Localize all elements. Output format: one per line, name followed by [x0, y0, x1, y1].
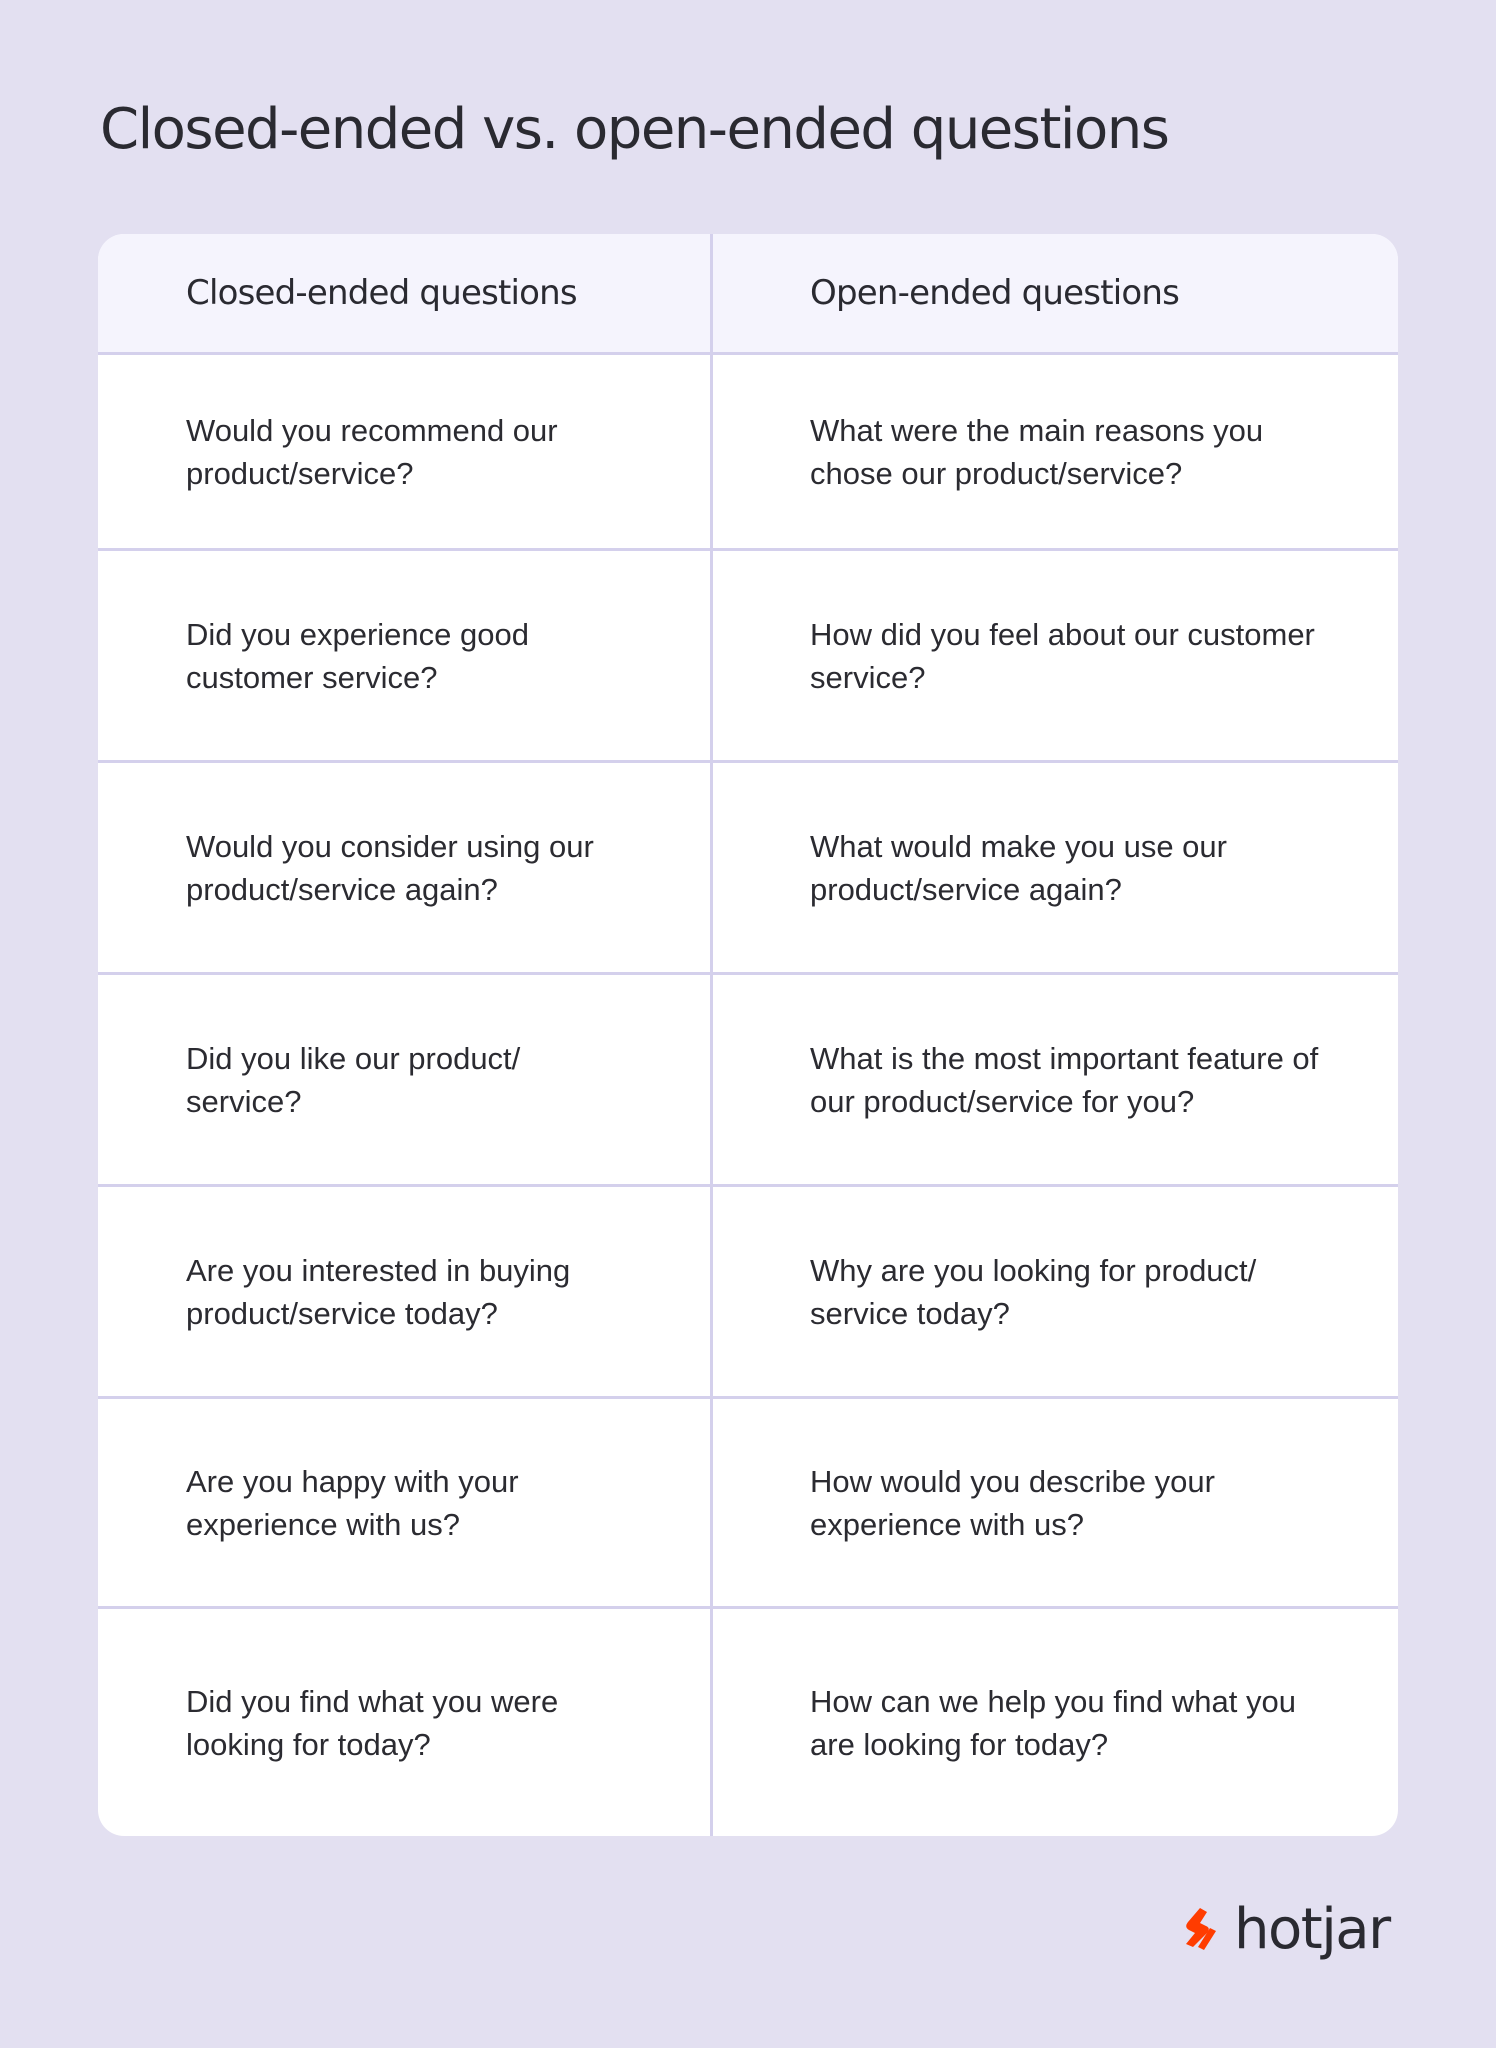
header-closed-ended: Closed-ended questions [98, 234, 710, 355]
header-open-ended: Open-ended questions [713, 234, 1398, 355]
table-cell-closed: Did you find what you were looking for t… [186, 1683, 559, 1762]
table-cell-closed: Did you like our product/ service? [98, 975, 710, 1187]
comparison-table: Closed-ended questions Open-ended questi… [98, 234, 1398, 1836]
table-cell-closed: Did you experience good customer service… [98, 551, 710, 763]
table-cell-closed: Are you interested in buying product/ser… [98, 1187, 710, 1399]
table-cell-open: How did you feel about our customer serv… [713, 551, 1398, 763]
table-cell-closed: Would you consider using our product/ser… [98, 763, 710, 975]
table-cell-open: How can we help you find what you are lo… [810, 1683, 1296, 1762]
table-cell-open: What is the most important feature of ou… [713, 975, 1398, 1187]
table-cell-open: Why are you looking for product/ service… [713, 1187, 1398, 1399]
table-cell-open: What would make you use our product/serv… [713, 763, 1398, 975]
page-title: Closed-ended vs. open-ended questions [100, 97, 1170, 162]
table-cell-open: What were the main reasons you chose our… [713, 355, 1398, 551]
hotjar-logo: hotjar [1180, 1895, 1391, 1965]
logo-wordmark: hotjar [1234, 1897, 1391, 1962]
table-cell-closed: Would you recommend our product/service? [98, 355, 710, 551]
hotjar-flame-icon [1186, 1908, 1216, 1950]
table-cell-closed: Are you happy with your experience with … [98, 1399, 710, 1609]
table-cell-open: How would you describe your experience w… [713, 1399, 1398, 1609]
